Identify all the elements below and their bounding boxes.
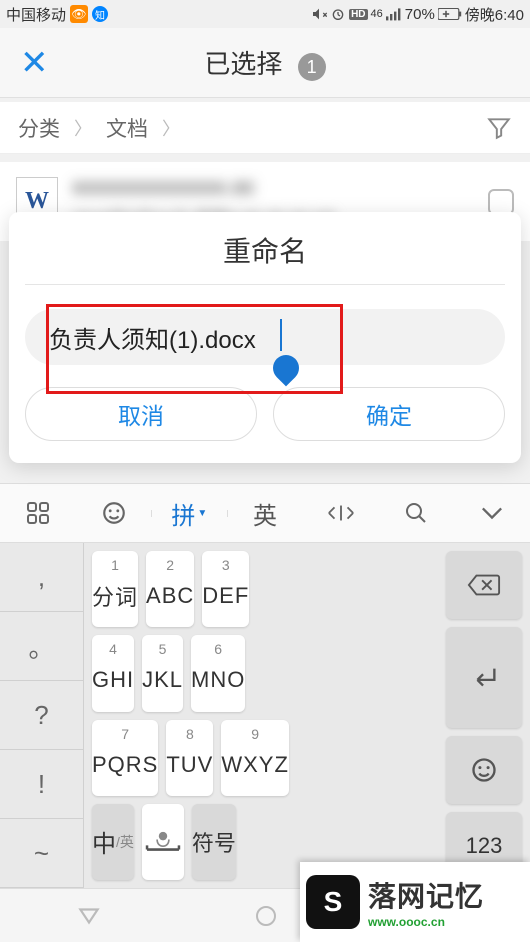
filter-icon[interactable]: [486, 115, 512, 141]
rename-input[interactable]: [43, 311, 487, 363]
signal-icon: [386, 7, 402, 21]
kbd-symbol[interactable]: 符号: [192, 804, 236, 880]
kbd-emoji-face[interactable]: [446, 736, 522, 804]
keyboard: , 。 ? ! ~ 1分词 2ABC 3DEF 4GHI 5JKL 6MNO 7…: [0, 543, 530, 888]
ime-toolbar: 拼▼ 英: [0, 483, 530, 543]
file-name-blurred: xxxxxxxxxxxxxx.oc: [72, 174, 474, 200]
kbd-key-4[interactable]: 4GHI: [92, 635, 134, 711]
nav-back-icon[interactable]: [76, 903, 102, 929]
battery-pct: 70%: [405, 6, 435, 23]
kbd-search-icon[interactable]: [379, 501, 455, 525]
watermark-url: www.oooc.cn: [368, 915, 484, 929]
kbd-collapse-icon[interactable]: [454, 506, 530, 520]
nav-home-icon[interactable]: [254, 904, 278, 928]
kbd-english-tab[interactable]: 英: [227, 496, 303, 531]
selection-header: ✕ 已选择 1: [0, 28, 530, 98]
breadcrumb: 分类 〉 文档 〉: [0, 102, 530, 154]
kbd-key-5[interactable]: 5JKL: [142, 635, 183, 711]
weibo-icon: 👁: [70, 5, 88, 23]
kbd-key-9[interactable]: 9WXYZ: [221, 720, 289, 796]
kbd-lang-toggle[interactable]: 中/英: [92, 804, 134, 880]
kbd-enter[interactable]: [446, 627, 522, 729]
rename-dialog: 重命名 取消 确定: [9, 212, 521, 463]
clock-text: 傍晚6:40: [465, 4, 524, 25]
breadcrumb-category[interactable]: 分类: [18, 113, 60, 143]
kbd-pinyin-tab[interactable]: 拼▼: [151, 496, 227, 531]
kbd-punct-column: , 。 ? ! ~: [0, 543, 84, 888]
header-title-text: 已选择: [204, 49, 282, 79]
selection-count-badge: 1: [298, 53, 326, 81]
alarm-icon: [330, 6, 346, 22]
kbd-key-8[interactable]: 8TUV: [166, 720, 213, 796]
kbd-key-2[interactable]: 2ABC: [146, 551, 194, 627]
watermark-overlay: S 落网记忆 www.oooc.cn: [300, 862, 530, 942]
kbd-cursor-icon[interactable]: [303, 502, 379, 524]
kbd-apps-icon[interactable]: [0, 501, 76, 525]
hd-badge: HD: [349, 9, 367, 20]
breadcrumb-docs[interactable]: 文档: [106, 113, 148, 143]
net-type: 46: [371, 8, 383, 20]
battery-icon: [438, 8, 462, 20]
kbd-key-1[interactable]: 1分词: [92, 551, 138, 627]
text-cursor: [280, 319, 282, 351]
mute-icon: [311, 6, 327, 22]
kbd-key-6[interactable]: 6MNO: [191, 635, 245, 711]
kbd-key-7[interactable]: 7PQRS: [92, 720, 158, 796]
status-bar: 中国移动 👁 知 HD 46 70% 傍晚6:40: [0, 0, 530, 28]
zhihu-icon: 知: [92, 6, 108, 22]
kbd-tilde[interactable]: ~: [0, 819, 84, 888]
kbd-space-voice[interactable]: [142, 804, 184, 880]
kbd-emoji-icon[interactable]: [76, 500, 152, 526]
kbd-exclaim[interactable]: !: [0, 750, 84, 819]
kbd-period[interactable]: 。: [0, 612, 84, 681]
file-checkbox[interactable]: [488, 189, 514, 215]
kbd-right-column: 123: [446, 543, 530, 888]
kbd-key-3[interactable]: 3DEF: [202, 551, 249, 627]
chevron-right-icon: 〉: [162, 115, 180, 141]
close-icon[interactable]: ✕: [20, 43, 49, 83]
kbd-backspace[interactable]: [446, 551, 522, 619]
watermark-cn: 落网记忆: [368, 875, 484, 915]
cancel-button[interactable]: 取消: [25, 387, 257, 441]
carrier-label: 中国移动: [6, 4, 66, 25]
dialog-title: 重命名: [25, 230, 505, 270]
watermark-logo: S: [306, 875, 360, 929]
confirm-button[interactable]: 确定: [273, 387, 505, 441]
kbd-comma[interactable]: ,: [0, 543, 84, 612]
kbd-question[interactable]: ?: [0, 681, 84, 750]
chevron-right-icon: 〉: [74, 115, 92, 141]
